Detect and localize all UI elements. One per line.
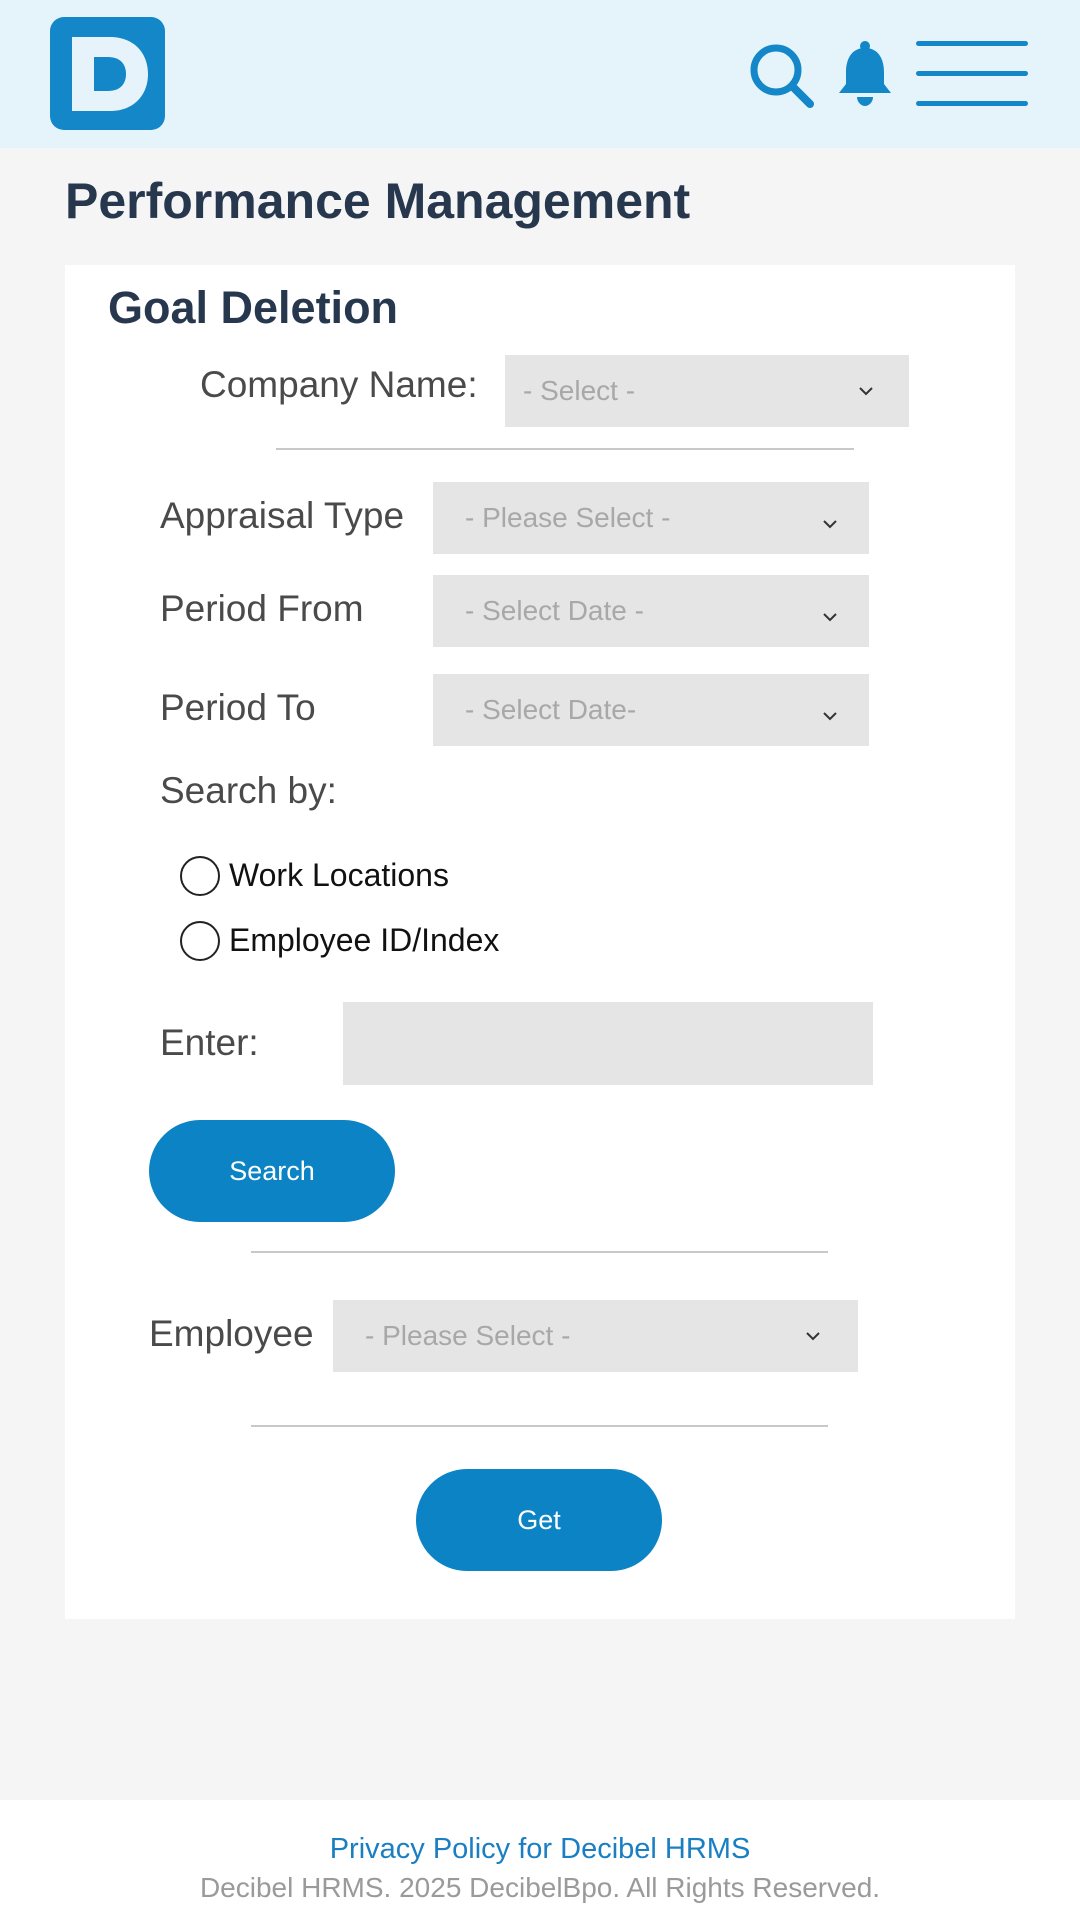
privacy-policy-link[interactable]: Privacy Policy for Decibel HRMS <box>0 1833 1080 1866</box>
appraisal-type-select[interactable]: - Please Select - <box>433 482 869 554</box>
search-by-label: Search by: <box>160 770 337 811</box>
hamburger-menu-icon[interactable] <box>914 38 1030 110</box>
search-button[interactable]: Search <box>149 1120 395 1222</box>
page-title: Performance Management <box>65 173 691 229</box>
bell-icon[interactable] <box>836 40 894 108</box>
copyright-text: Decibel HRMS. 2025 DecibelBpo. All Right… <box>199 1872 881 1903</box>
company-name-select[interactable]: - Select - <box>505 355 909 427</box>
section-title: Goal Deletion <box>108 282 399 333</box>
radio-work-locations-label[interactable]: Work Locations <box>229 857 449 894</box>
company-name-value: - Select - <box>523 375 636 406</box>
search-icon[interactable] <box>748 42 816 110</box>
appraisal-type-label: Appraisal Type <box>160 495 405 536</box>
chevron-down-icon <box>806 1332 820 1341</box>
chevron-down-icon <box>823 712 837 721</box>
period-to-label: Period To <box>160 687 316 728</box>
radio-employee-id-label[interactable]: Employee ID/Index <box>229 922 499 959</box>
appraisal-type-value: - Please Select - <box>465 502 671 533</box>
employee-value: - Please Select - <box>365 1320 571 1351</box>
employee-select[interactable]: - Please Select - <box>333 1300 858 1372</box>
period-to-value: - Select Date- <box>465 694 637 725</box>
chevron-down-icon <box>859 387 873 396</box>
period-to-select[interactable]: - Select Date- <box>433 674 869 746</box>
get-button[interactable]: Get <box>416 1469 662 1571</box>
logo-d-glyph <box>72 37 148 111</box>
radio-work-locations[interactable] <box>180 856 220 896</box>
chevron-down-icon <box>823 520 837 529</box>
period-from-label: Period From <box>160 588 364 629</box>
divider <box>251 1425 828 1427</box>
chevron-down-icon <box>823 613 837 622</box>
footer: Privacy Policy for Decibel HRMS Decibel … <box>0 1800 1080 1920</box>
company-name-label: Company Name: <box>200 364 478 405</box>
enter-input[interactable] <box>343 1002 873 1085</box>
employee-label: Employee <box>149 1313 314 1354</box>
app-header <box>0 0 1080 148</box>
enter-label: Enter: <box>160 1022 259 1063</box>
period-from-value: - Select Date - <box>465 595 644 626</box>
divider <box>276 448 854 450</box>
decibel-logo[interactable] <box>50 17 165 130</box>
period-from-select[interactable]: - Select Date - <box>433 575 869 647</box>
divider <box>251 1251 828 1253</box>
radio-employee-id[interactable] <box>180 921 220 961</box>
